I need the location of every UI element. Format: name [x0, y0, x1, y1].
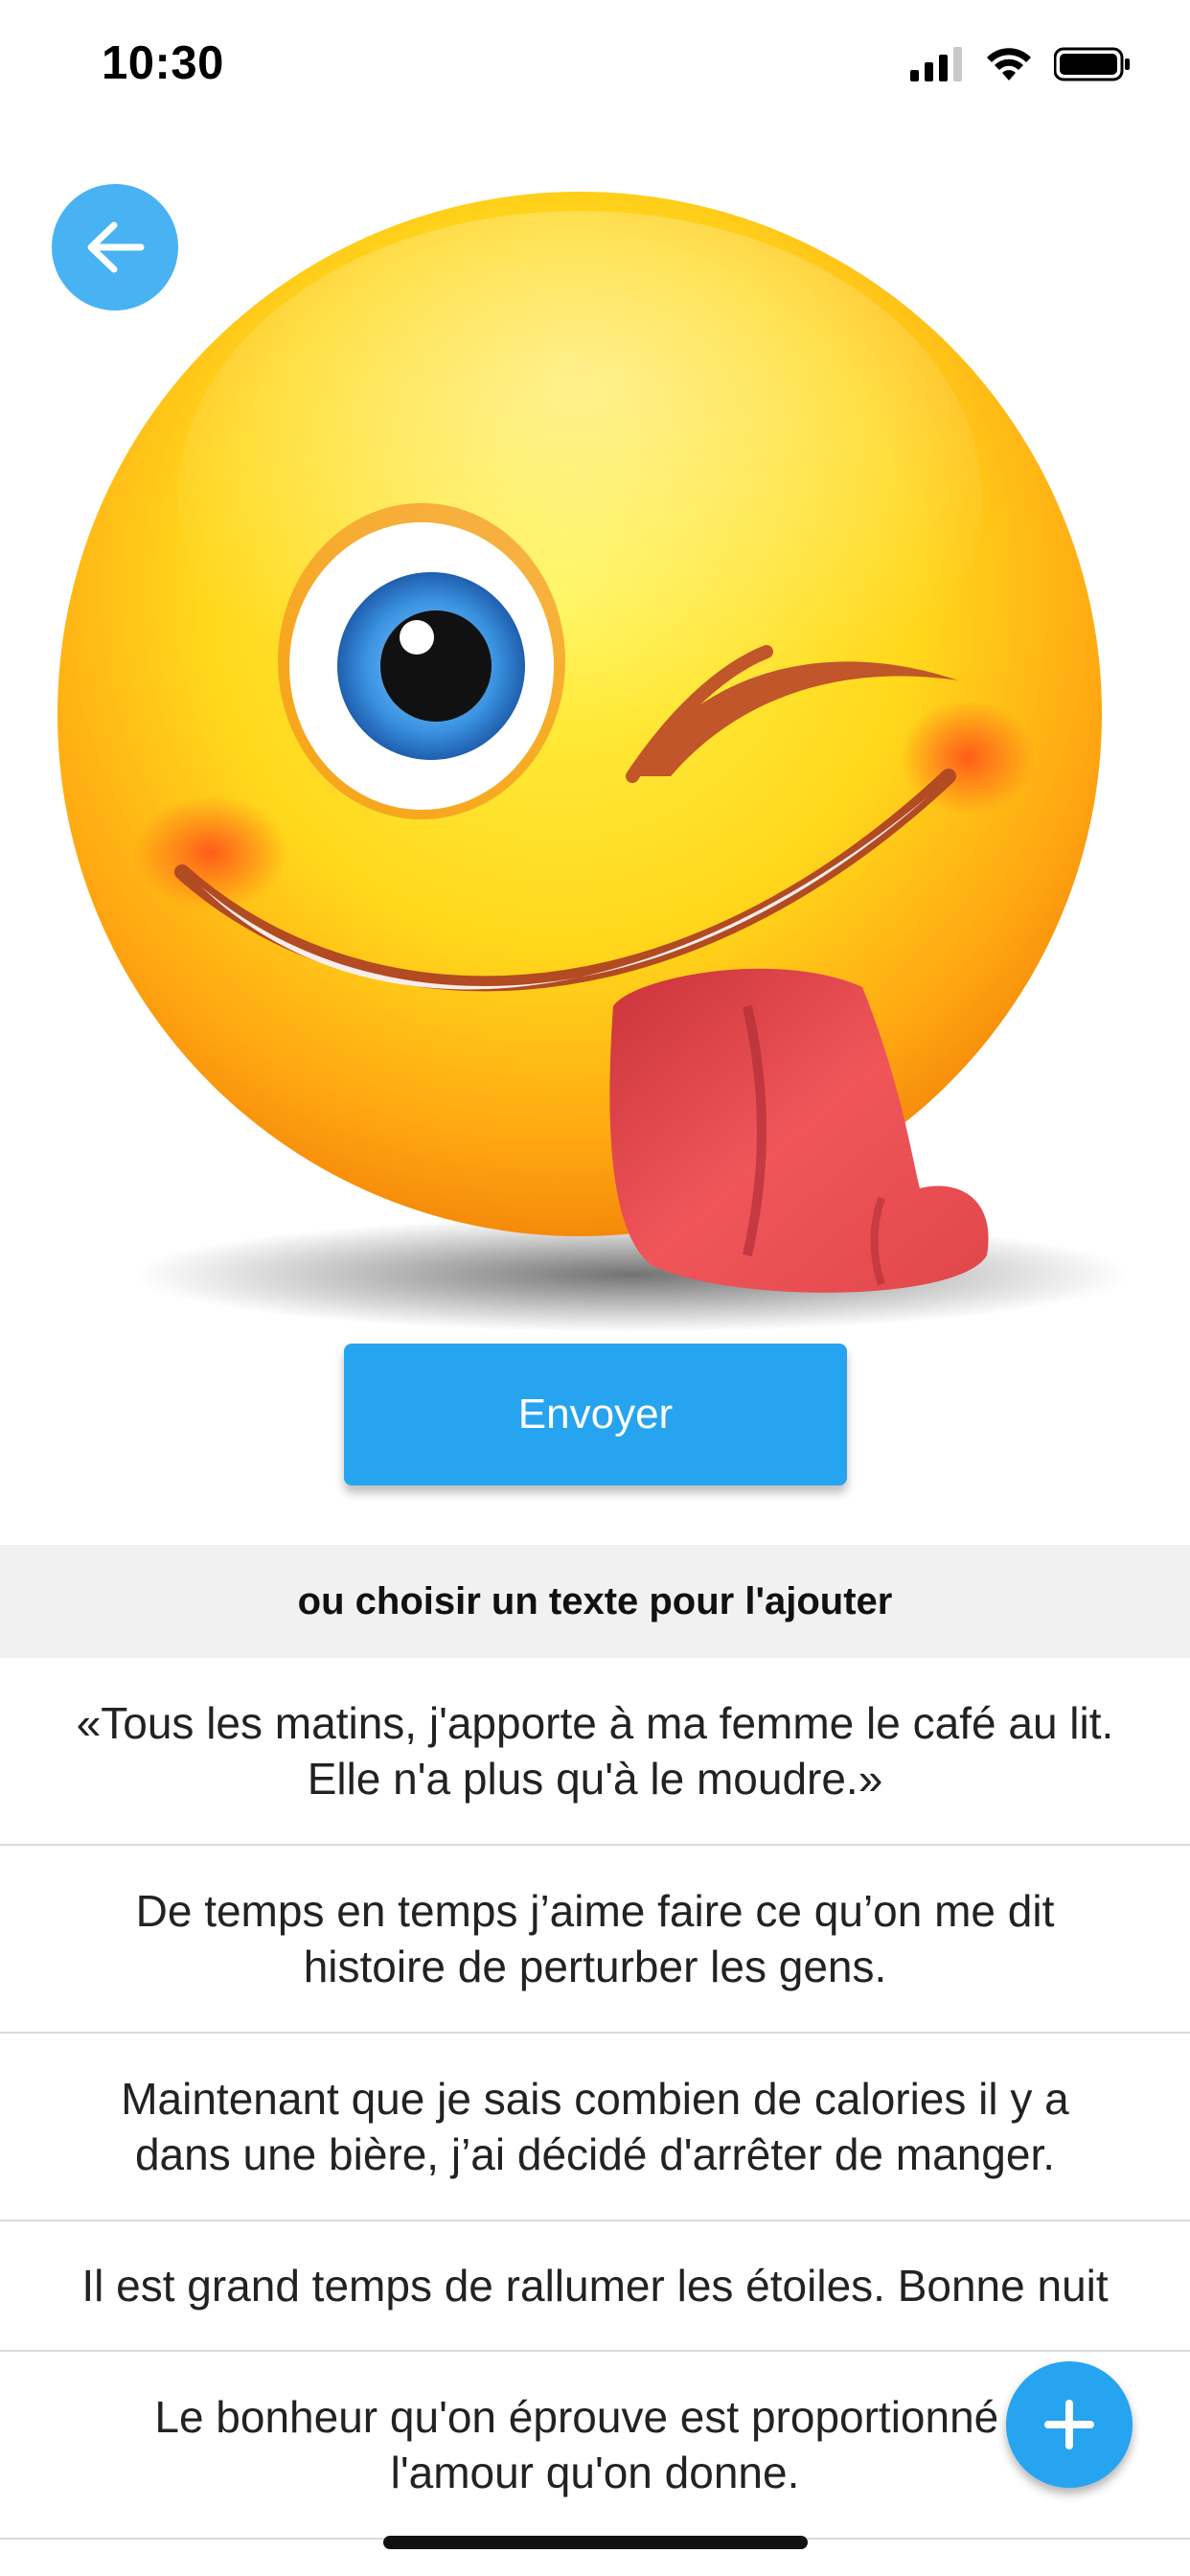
cellular-signal-icon	[910, 47, 962, 81]
send-button[interactable]: Envoyer	[344, 1344, 847, 1485]
quote-item[interactable]: De temps en temps j’aime faire ce qu’on …	[0, 1846, 1190, 2034]
quote-line: histoire de perturber les gens.	[303, 1942, 887, 1991]
plus-icon	[1044, 2400, 1094, 2450]
arrow-left-icon	[87, 221, 145, 273]
quote-line: Il est grand temps de rallumer les étoil…	[81, 2261, 1109, 2311]
status-bar: 10:30	[0, 0, 1190, 129]
quote-item[interactable]: Maintenant que je sais combien de calori…	[0, 2034, 1190, 2221]
quote-text: Le bonheur qu'on éprouve est proportionn…	[154, 2389, 1035, 2500]
quote-item[interactable]: «Tous les matins, j'apporte à ma femme l…	[0, 1658, 1190, 1846]
emoji-image	[57, 192, 1131, 1332]
quote-line: Le bonheur qu'on éprouve est proportionn…	[154, 2392, 1036, 2442]
quote-line: l'amour qu'on donne.	[390, 2448, 800, 2497]
quote-text: De temps en temps j’aime faire ce qu’on …	[136, 1883, 1055, 1994]
quote-text: «Tous les matins, j'apporte à ma femme l…	[77, 1695, 1114, 1806]
status-time: 10:30	[102, 37, 224, 89]
home-indicator	[383, 2536, 808, 2549]
quote-text: Maintenant que je sais combien de calori…	[121, 2071, 1069, 2182]
section-header: ou choisir un texte pour l'ajouter	[0, 1545, 1190, 1658]
status-icons	[910, 44, 1131, 84]
quote-line: Maintenant que je sais combien de calori…	[121, 2074, 1069, 2124]
quote-line: «Tous les matins, j'apporte à ma femme l…	[76, 1698, 1114, 1748]
add-button[interactable]	[1006, 2361, 1133, 2488]
wifi-icon	[987, 48, 1031, 80]
quote-text: Il est grand temps de rallumer les étoil…	[81, 2258, 1108, 2313]
back-button[interactable]	[52, 184, 178, 310]
battery-icon	[1054, 47, 1130, 81]
quote-line: Elle n'a plus qu'à le moudre.»	[307, 1754, 883, 1804]
quote-line: dans une bière, j’ai décidé d'arrêter de…	[134, 2129, 1056, 2179]
quote-line: De temps en temps j’aime faire ce qu’on …	[135, 1886, 1055, 1936]
quote-item[interactable]: Il est grand temps de rallumer les étoil…	[0, 2221, 1190, 2352]
